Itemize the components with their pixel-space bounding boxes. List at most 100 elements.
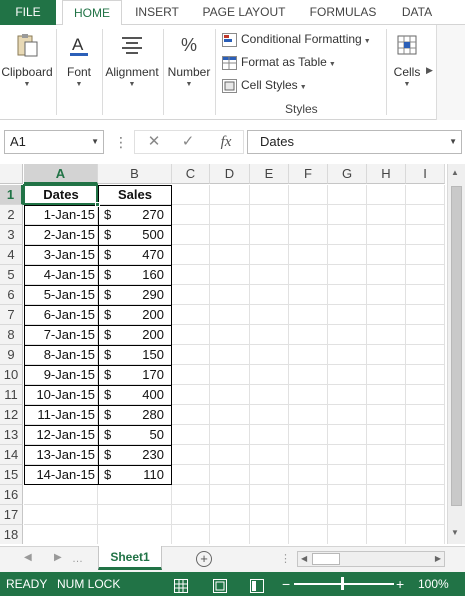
row-header-1[interactable]: 1	[0, 185, 23, 205]
font-button[interactable]: A Font ▼	[60, 27, 98, 88]
row-header-18[interactable]: 18	[0, 525, 23, 544]
cell-date[interactable]: 11-Jan-15	[24, 405, 95, 425]
zoom-out-button[interactable]: −	[282, 572, 290, 596]
scroll-right-icon[interactable]: ▶	[435, 554, 441, 563]
cell-b1[interactable]: Sales	[98, 185, 172, 205]
cell-sales[interactable]: 170	[98, 365, 164, 385]
column-header-a[interactable]: A	[24, 164, 98, 184]
cell-date[interactable]: 6-Jan-15	[24, 305, 95, 325]
fill-handle[interactable]	[95, 202, 100, 207]
scroll-up-icon[interactable]: ▲	[451, 168, 459, 177]
format-as-table-button[interactable]: Format as Table ▼	[222, 52, 336, 72]
tab-formulas[interactable]: FORMULAS	[300, 0, 386, 25]
cell-date[interactable]: 10-Jan-15	[24, 385, 95, 405]
column-header-e[interactable]: E	[250, 164, 289, 184]
alignment-button[interactable]: Alignment ▼	[104, 27, 160, 88]
cell-date[interactable]: 8-Jan-15	[24, 345, 95, 365]
vertical-scrollbar[interactable]: ▲ ▼	[447, 164, 465, 544]
vertical-scroll-thumb[interactable]	[451, 186, 462, 506]
row-header-10[interactable]: 10	[0, 365, 23, 385]
row-header-6[interactable]: 6	[0, 285, 23, 305]
select-all-corner[interactable]	[0, 164, 23, 184]
column-header-b[interactable]: B	[98, 164, 172, 184]
column-header-d[interactable]: D	[210, 164, 250, 184]
page-break-view-icon[interactable]	[250, 577, 264, 593]
cell-sales[interactable]: 280	[98, 405, 164, 425]
worksheet-grid[interactable]: ABCDEFGHI 1 2 3 4 5 6 7 8 9 10 11 12 13 14 15 16 17 18 Da…	[0, 164, 447, 544]
cell-sales[interactable]: 150	[98, 345, 164, 365]
row-header-14[interactable]: 14	[0, 445, 23, 465]
tab-insert[interactable]: INSERT	[126, 0, 188, 25]
zoom-slider[interactable]	[294, 583, 394, 585]
zoom-in-button[interactable]: +	[396, 572, 404, 596]
column-header-g[interactable]: G	[328, 164, 367, 184]
cell-sales[interactable]: 200	[98, 305, 164, 325]
cancel-icon[interactable]: ✕	[142, 131, 166, 153]
tab-data[interactable]: DATA	[392, 0, 442, 25]
more-options-icon[interactable]: ⋮	[114, 131, 128, 153]
page-layout-view-icon[interactable]	[213, 577, 227, 593]
cell-date[interactable]: 4-Jan-15	[24, 265, 95, 285]
ribbon-scroll-right-icon[interactable]: ▶	[426, 65, 433, 76]
cell-sales[interactable]: 200	[98, 325, 164, 345]
column-header-i[interactable]: I	[406, 164, 445, 184]
cell-date[interactable]: 3-Jan-15	[24, 245, 95, 265]
scroll-sheets-right-icon[interactable]: ▶	[54, 552, 62, 563]
row-header-4[interactable]: 4	[0, 245, 23, 265]
more-options-icon[interactable]: ⋮	[280, 552, 291, 565]
cell-date[interactable]: 12-Jan-15	[24, 425, 95, 445]
cell-date[interactable]: 2-Jan-15	[24, 225, 95, 245]
cell-sales[interactable]: 500	[98, 225, 164, 245]
row-header-12[interactable]: 12	[0, 405, 23, 425]
row-header-11[interactable]: 11	[0, 385, 23, 405]
cell-date[interactable]: 1-Jan-15	[24, 205, 95, 225]
row-header-13[interactable]: 13	[0, 425, 23, 445]
tab-home[interactable]: HOME	[62, 0, 122, 26]
row-header-9[interactable]: 9	[0, 345, 23, 365]
name-box[interactable]: A1 ▼	[4, 130, 104, 154]
zoom-level[interactable]: 100%	[418, 572, 449, 596]
horizontal-scrollbar[interactable]: ◀ ▶	[297, 551, 445, 567]
tab-file[interactable]: FILE	[0, 0, 56, 25]
scroll-down-icon[interactable]: ▼	[451, 528, 459, 537]
insert-function-icon[interactable]: fx	[212, 131, 240, 153]
column-header-c[interactable]: C	[172, 164, 210, 184]
cell-sales[interactable]: 470	[98, 245, 164, 265]
cell-sales[interactable]: 110	[98, 465, 164, 485]
zoom-slider-thumb[interactable]	[341, 577, 344, 590]
cell-sales[interactable]: 160	[98, 265, 164, 285]
cell-sales[interactable]: 400	[98, 385, 164, 405]
row-header-2[interactable]: 2	[0, 205, 23, 225]
conditional-formatting-button[interactable]: Conditional Formatting ▼	[222, 29, 371, 49]
normal-view-icon[interactable]	[174, 577, 188, 593]
cell-styles-button[interactable]: Cell Styles ▼	[222, 75, 307, 95]
clipboard-button[interactable]: Clipboard ▼	[0, 27, 54, 88]
row-header-5[interactable]: 5	[0, 265, 23, 285]
cell-sales[interactable]: 270	[98, 205, 164, 225]
row-header-3[interactable]: 3	[0, 225, 23, 245]
cell-sales[interactable]: 230	[98, 445, 164, 465]
enter-icon[interactable]: ✓	[176, 131, 200, 153]
scroll-left-icon[interactable]: ◀	[301, 554, 307, 563]
cell-sales[interactable]: 290	[98, 285, 164, 305]
horizontal-scroll-thumb[interactable]	[312, 553, 340, 565]
number-button[interactable]: % Number ▼	[165, 27, 213, 88]
cell-sales[interactable]: 50	[98, 425, 164, 445]
row-header-16[interactable]: 16	[0, 485, 23, 505]
row-header-17[interactable]: 17	[0, 505, 23, 525]
row-header-7[interactable]: 7	[0, 305, 23, 325]
cell-date[interactable]: 9-Jan-15	[24, 365, 95, 385]
tab-page-layout[interactable]: PAGE LAYOUT	[194, 0, 294, 25]
cell-date[interactable]: 13-Jan-15	[24, 445, 95, 465]
column-header-f[interactable]: F	[289, 164, 328, 184]
column-header-h[interactable]: H	[367, 164, 406, 184]
scroll-sheets-left-icon[interactable]: ◀	[24, 552, 32, 563]
cell-date[interactable]: 14-Jan-15	[24, 465, 95, 485]
cells-button[interactable]: Cells ▼	[390, 27, 424, 88]
cell-date[interactable]: 5-Jan-15	[24, 285, 95, 305]
add-sheet-icon[interactable]: +	[196, 551, 212, 567]
formula-input[interactable]: Dates ▼	[247, 130, 462, 154]
more-sheets-icon[interactable]: …	[72, 553, 83, 565]
sheet-tab-sheet1[interactable]: Sheet1	[98, 546, 162, 570]
row-header-15[interactable]: 15	[0, 465, 23, 485]
